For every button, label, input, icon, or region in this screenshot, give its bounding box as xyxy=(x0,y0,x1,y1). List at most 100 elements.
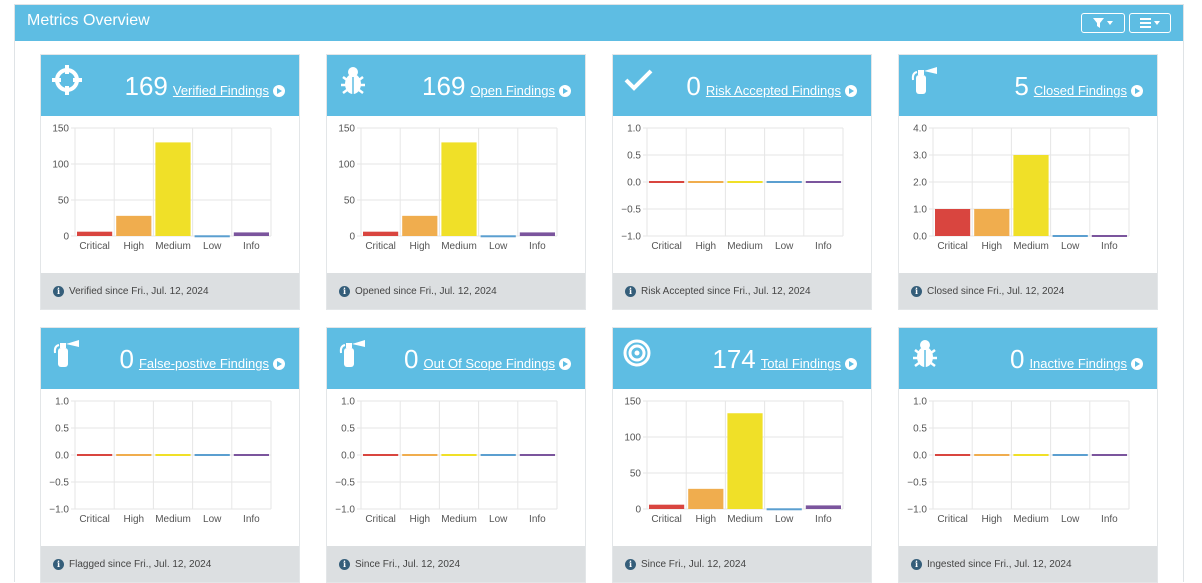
x-tick-label: Medium xyxy=(441,241,477,252)
y-tick-label: 0.0 xyxy=(55,451,69,462)
y-tick-label: 1.0 xyxy=(55,397,69,408)
bar-medium xyxy=(727,413,763,509)
metrics-panel: Metrics Overview 169 Verified Findings 0 5… xyxy=(14,4,1184,583)
x-tick-label: Low xyxy=(489,241,508,252)
x-tick-label: Info xyxy=(529,514,546,525)
findings-count: 0 xyxy=(119,344,134,374)
x-tick-label: Low xyxy=(489,514,508,525)
panel-header: Metrics Overview xyxy=(15,5,1183,41)
bug-icon xyxy=(913,340,937,367)
card-false-positive-findings: 0 False-postive Findings 1.0 0.5 0.0 −0.5 −1.… xyxy=(40,327,300,583)
bar-high xyxy=(688,181,724,183)
x-tick-label: Info xyxy=(243,514,260,525)
y-tick-label: 1.0 xyxy=(627,124,641,135)
y-tick-label: 0 xyxy=(349,232,355,243)
bar-info xyxy=(1091,235,1127,237)
x-tick-label: Medium xyxy=(155,514,191,525)
info-icon: i xyxy=(911,285,922,297)
card-header: 174 Total Findings xyxy=(613,328,871,389)
x-tick-label: Critical xyxy=(365,241,396,252)
bar-critical xyxy=(935,209,971,236)
findings-link[interactable]: Verified Findings xyxy=(173,83,269,98)
menu-button[interactable] xyxy=(1129,13,1171,33)
card-open-findings: 169 Open Findings 0 50 100 150 Critical High Me… xyxy=(326,54,586,310)
arrow-circle-right-icon[interactable] xyxy=(559,85,571,97)
y-tick-label: −0.5 xyxy=(907,478,927,489)
arrow-circle-right-icon[interactable] xyxy=(845,85,857,97)
y-tick-label: 100 xyxy=(624,433,641,444)
x-tick-label: High xyxy=(410,241,431,252)
crosshairs-icon xyxy=(52,65,82,95)
filter-button[interactable] xyxy=(1081,13,1125,33)
card-footer: i Ingested since Fri., Jul. 12, 2024 xyxy=(899,546,1157,582)
bar-low xyxy=(194,454,230,456)
severity-chart: 0 50 100 150 Critical High Medium Low Info xyxy=(624,397,844,525)
arrow-circle-right-icon[interactable] xyxy=(1131,85,1143,97)
bar-medium xyxy=(441,142,477,236)
bar-critical xyxy=(363,231,399,236)
footer-text: Closed since Fri., Jul. 12, 2024 xyxy=(927,285,1065,297)
chevron-down-icon xyxy=(1154,21,1160,25)
fire-extinguisher-icon xyxy=(53,340,79,367)
x-tick-label: Critical xyxy=(79,514,110,525)
bar-high xyxy=(402,215,438,236)
x-tick-label: Medium xyxy=(441,514,477,525)
bar-high xyxy=(116,215,152,236)
y-tick-label: 100 xyxy=(52,160,69,171)
footer-text: Since Fri., Jul. 12, 2024 xyxy=(641,558,747,570)
arrow-circle-right-icon[interactable] xyxy=(1131,358,1143,370)
bug-icon xyxy=(341,67,365,94)
card-verified-findings: 169 Verified Findings 0 50 100 150 Critical Hi… xyxy=(40,54,300,310)
y-tick-label: 0.5 xyxy=(913,424,927,435)
filter-icon xyxy=(1093,18,1104,28)
findings-link[interactable]: Closed Findings xyxy=(1034,83,1127,98)
info-icon: i xyxy=(625,558,636,570)
arrow-circle-right-icon[interactable] xyxy=(845,358,857,370)
findings-link[interactable]: Inactive Findings xyxy=(1029,356,1127,371)
y-tick-label: 4.0 xyxy=(913,124,927,135)
arrow-circle-right-icon[interactable] xyxy=(273,85,285,97)
findings-link[interactable]: False-postive Findings xyxy=(139,356,269,371)
bar-high xyxy=(974,209,1010,236)
bar-info xyxy=(519,454,555,456)
y-tick-label: 50 xyxy=(630,469,642,480)
y-tick-label: −1.0 xyxy=(621,232,641,243)
arrow-circle-right-icon[interactable] xyxy=(273,358,285,370)
bar-medium xyxy=(441,454,477,456)
arrow-circle-right-icon[interactable] xyxy=(559,358,571,370)
bar-critical xyxy=(649,504,685,509)
card-inactive-findings: 0 Inactive Findings 1.0 0.5 0.0 −0.5 −1.0 Crit… xyxy=(898,327,1158,583)
card-out-of-scope-findings: 0 Out Of Scope Findings 1.0 0.5 0.0 −0.5 −1.0… xyxy=(326,327,586,583)
severity-chart: 1.0 0.5 0.0 −0.5 −1.0 Critical High Medium Low In… xyxy=(621,124,844,252)
bar-medium xyxy=(727,181,763,183)
card-footer: i Opened since Fri., Jul. 12, 2024 xyxy=(327,273,585,309)
bar-critical xyxy=(649,181,685,183)
info-icon: i xyxy=(339,558,350,570)
card-header: 0 Risk Accepted Findings xyxy=(613,55,871,116)
findings-link[interactable]: Risk Accepted Findings xyxy=(706,83,841,98)
x-tick-label: Info xyxy=(815,241,832,252)
y-tick-label: 1.0 xyxy=(913,205,927,216)
x-tick-label: High xyxy=(982,241,1003,252)
y-tick-label: 0 xyxy=(63,232,69,243)
x-tick-label: High xyxy=(124,241,145,252)
x-tick-label: Critical xyxy=(937,514,968,525)
y-tick-label: 150 xyxy=(338,124,355,135)
y-tick-label: 0.0 xyxy=(341,451,355,462)
card-header: 169 Open Findings xyxy=(327,55,585,116)
y-tick-label: 0 xyxy=(635,505,641,516)
y-tick-label: 50 xyxy=(58,196,70,207)
findings-count: 169 xyxy=(124,71,168,101)
bullseye-icon xyxy=(623,339,651,367)
findings-link[interactable]: Total Findings xyxy=(761,356,841,371)
info-icon: i xyxy=(339,285,350,297)
findings-link[interactable]: Open Findings xyxy=(470,83,555,98)
footer-text: Verified since Fri., Jul. 12, 2024 xyxy=(69,285,209,297)
bar-low xyxy=(766,508,802,511)
findings-link[interactable]: Out Of Scope Findings xyxy=(423,356,555,371)
severity-chart: 0 50 100 150 Critical High Medium Low Info xyxy=(52,124,272,252)
bar-info xyxy=(1091,454,1127,456)
bar-info xyxy=(805,181,841,183)
y-tick-label: 50 xyxy=(344,196,356,207)
card-total-findings: 174 Total Findings 0 50 100 150 Critical High M… xyxy=(612,327,872,583)
